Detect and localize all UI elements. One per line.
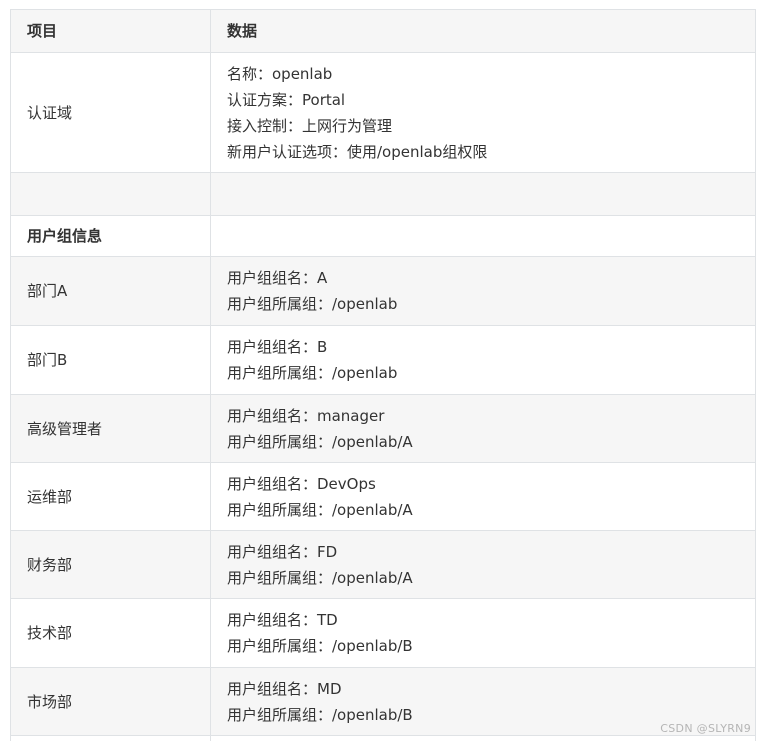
table-row: 市场部 用户组组名：MD 用户组所属组：/openlab/B (10, 667, 756, 736)
row-label: 技术部 (10, 598, 211, 668)
row-label: 运维部 (10, 462, 211, 531)
row-data-line: 认证方案：Portal (227, 90, 346, 109)
row-data: 用户组组名：DevOps 用户组所属组：/openlab/A (210, 462, 756, 531)
row-data: 用户组组名：TD 用户组所属组：/openlab/B (210, 598, 756, 668)
row-label: 财务部 (10, 530, 211, 599)
row-data-line: 用户组组名：MD (227, 679, 342, 698)
table-header-row: 项目 数据 (10, 9, 756, 53)
row-data: 用户组组名：B 用户组所属组：/openlab (210, 325, 756, 395)
table-row: 技术部 用户组组名：TD 用户组所属组：/openlab/B (10, 598, 756, 668)
row-data (210, 215, 756, 257)
row-data-line: 用户组所属组：/openlab (227, 295, 398, 313)
data-table: 项目 数据 认证域 名称：openlab 认证方案：Portal 接入控制：上网行为管… (10, 9, 756, 741)
row-data-line: 用户组组名：TD (227, 611, 338, 629)
row-data-line: 用户组所属组：/openlab/A (227, 568, 413, 587)
row-data (210, 172, 756, 216)
row-data-line: 用户组组名：B (227, 338, 328, 356)
table-body: 认证域 名称：openlab 认证方案：Portal 接入控制：上网行为管理新用户认证… (10, 52, 756, 741)
row-label: 用户组信息 (10, 215, 211, 257)
row-label: 市场部 (10, 667, 211, 736)
row-data-line: 用户组所属组：/openlab/B (227, 637, 413, 655)
row-label: 部门A (10, 256, 211, 326)
header-item: 项目 (10, 9, 211, 53)
row-data-line: 用户组组名：FD (227, 542, 338, 561)
row-label (10, 172, 211, 216)
watermark: CSDN @SLYRN9 (660, 722, 751, 735)
row-data: 名称：openlab 认证方案：Portal 接入控制：上网行为管理新用户认证选项：… (210, 52, 756, 173)
row-data-line: 用户组所属组：/openlab/A (227, 500, 413, 519)
row-data-line: 用户组组名：manager (227, 406, 385, 425)
row-data-line: 用户组组名：A (227, 269, 328, 287)
row-data-line: 用户组组名：DevOps (227, 474, 376, 493)
table-row (10, 735, 756, 741)
page: 项目 数据 认证域 名称：openlab 认证方案：Portal 接入控制：上网行为管… (0, 0, 761, 741)
row-data-line: 用户组所属组：/openlab/A (227, 432, 413, 451)
row-label: 认证域 (10, 52, 211, 173)
header-data: 数据 (210, 9, 756, 53)
table-row: 财务部 用户组组名：FD 用户组所属组：/openlab/A (10, 530, 756, 599)
row-data-line: 用户组所属组：/openlab (227, 364, 398, 382)
table-row: 用户组信息 (10, 215, 756, 257)
table-row: 认证域 名称：openlab 认证方案：Portal 接入控制：上网行为管理新用户认证… (10, 52, 756, 173)
table-row: 部门B 用户组组名：B 用户组所属组：/openlab (10, 325, 756, 395)
table-row (10, 172, 756, 216)
row-label (10, 735, 211, 741)
row-data-line: 名称：openlab (227, 64, 333, 83)
row-label: 高级管理者 (10, 394, 211, 463)
row-data: 用户组组名：FD 用户组所属组：/openlab/A (210, 530, 756, 599)
row-data: 用户组组名：A 用户组所属组：/openlab (210, 256, 756, 326)
row-data-line: 新用户认证选项：使用/openlab组权限 (227, 142, 488, 161)
row-data (210, 735, 756, 741)
table-row: 高级管理者 用户组组名：manager 用户组所属组：/openlab/A (10, 394, 756, 463)
row-data: 用户组组名：manager 用户组所属组：/openlab/A (210, 394, 756, 463)
table-row: 运维部 用户组组名：DevOps 用户组所属组：/openlab/A (10, 462, 756, 531)
row-label: 部门B (10, 325, 211, 395)
table-row: 部门A 用户组组名：A 用户组所属组：/openlab (10, 256, 756, 326)
row-data-line: 接入控制：上网行为管理 (227, 116, 393, 135)
